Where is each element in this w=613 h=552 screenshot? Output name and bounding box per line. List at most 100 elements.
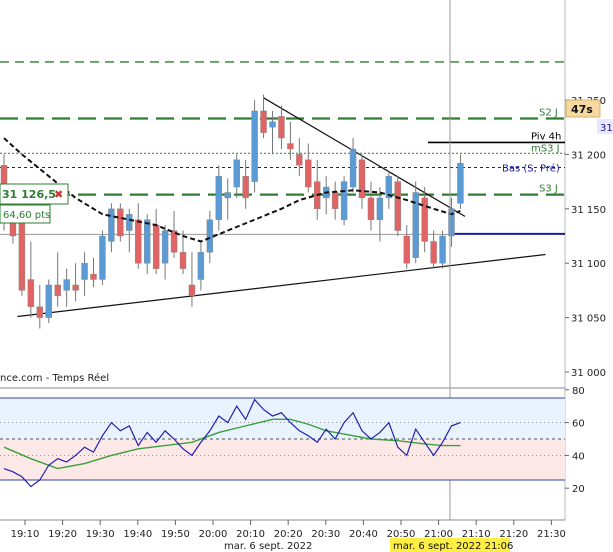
- candle: [54, 252, 61, 307]
- candle: [117, 203, 124, 242]
- candle: [45, 279, 52, 324]
- candle: [27, 241, 35, 318]
- candle: [448, 197, 455, 247]
- candle-body: [457, 162, 464, 204]
- candle: [340, 176, 348, 226]
- candle-body: [54, 284, 61, 297]
- osc-tick-label: 20: [572, 484, 585, 495]
- osc-tick-label: 80: [572, 386, 585, 397]
- candle-body: [233, 159, 240, 188]
- candle: [358, 154, 366, 209]
- level-label-ms3: mS3 J: [531, 143, 560, 154]
- candle-body: [394, 181, 401, 231]
- time-tick-label: 20:10: [236, 529, 265, 540]
- candle: [233, 154, 240, 198]
- price-tick-label: 31 200: [571, 150, 606, 161]
- candle-body: [340, 181, 348, 220]
- rsi-lower-zone: [0, 439, 565, 480]
- candle: [430, 230, 437, 269]
- time-cursor-badge: mar. 6 sept. 2022 21:06: [390, 538, 513, 552]
- candle-body: [269, 121, 276, 128]
- candle-body: [305, 159, 312, 188]
- candle: [305, 143, 312, 193]
- candle-body: [179, 252, 187, 269]
- price-tick-label: 31 000: [571, 368, 606, 379]
- candle: [251, 100, 258, 193]
- order-close-icon[interactable]: ✖: [54, 188, 63, 201]
- time-axis: 19:10 19:20 19:30 19:40 19:50 20:00 20:10 20:20…: [11, 520, 566, 540]
- candle-body: [72, 284, 79, 291]
- level-label-piv4h: Piv 4h: [531, 131, 561, 142]
- resistance-trendline: [263, 97, 466, 217]
- time-tick-label: 19:10: [11, 529, 40, 540]
- candle: [260, 94, 267, 139]
- time-tick-label: 19:30: [86, 529, 115, 540]
- candle: [63, 268, 70, 307]
- candle: [99, 230, 106, 285]
- time-cursor-label: mar. 6 sept. 2022 21:06: [393, 541, 513, 552]
- time-tick-label: 19:50: [161, 529, 190, 540]
- order-box[interactable]: 31 126,5 ✖ 64,60 pts: [0, 183, 69, 224]
- osc-tick-label: 60: [572, 419, 585, 430]
- current-price-badge: 31 192,3: [597, 119, 613, 134]
- candle: [224, 178, 231, 220]
- candle: [457, 154, 464, 209]
- candle: [331, 181, 339, 220]
- candle: [170, 210, 178, 258]
- candle-body: [63, 279, 70, 291]
- candle: [161, 225, 169, 280]
- candle-body: [18, 219, 26, 291]
- candle: [367, 181, 375, 231]
- candle-body: [224, 192, 231, 199]
- trading-chart: S2 JPiv 4hmS3 JBas (S, Pré)S3 J 31 25031…: [0, 0, 613, 552]
- candle-body: [251, 110, 258, 182]
- candle-body: [161, 230, 169, 264]
- candle-body: [439, 235, 446, 264]
- oscillator-panel: 80 60 40 20: [0, 386, 585, 521]
- rsi-upper-zone: [0, 398, 565, 439]
- candle: [108, 203, 115, 253]
- candle: [126, 208, 133, 253]
- candle-body: [99, 235, 106, 280]
- candle-body: [81, 263, 88, 280]
- level-label-s2: S2 J: [539, 107, 558, 118]
- candle: [72, 263, 79, 302]
- candle: [152, 208, 160, 275]
- price-axis: 31 25031 20031 15031 10031 05031 000: [565, 96, 606, 379]
- candle: [323, 176, 330, 215]
- candle-body: [206, 219, 214, 253]
- candle: [215, 165, 223, 231]
- oscillator-bands: [0, 397, 565, 521]
- candle-body: [45, 284, 52, 318]
- candle-body: [197, 252, 205, 280]
- price-tick-label: 31 150: [571, 205, 606, 216]
- candle-body: [287, 143, 294, 150]
- oscillator-axis: 80 60 40 20: [565, 386, 585, 495]
- candle-body: [296, 154, 303, 166]
- candle-body: [188, 284, 196, 297]
- level-label-s3: S3 J: [539, 184, 558, 195]
- candle-body: [278, 116, 285, 139]
- time-tick-label: 19:40: [123, 529, 152, 540]
- price-tick-label: 31 100: [571, 259, 606, 270]
- candle: [314, 159, 321, 220]
- level-label-bas: Bas (S, Pré): [502, 162, 560, 174]
- time-tick-label: 19:20: [48, 529, 77, 540]
- candle-body: [152, 224, 160, 269]
- time-tick-label: 20:00: [199, 529, 228, 540]
- candle: [36, 284, 43, 329]
- candle-body: [260, 110, 267, 133]
- candle-body: [403, 235, 410, 264]
- candle-body: [126, 214, 133, 231]
- current-price-label: 31 192,3: [600, 123, 613, 134]
- candle: [197, 241, 205, 291]
- candle: [278, 105, 285, 149]
- countdown-label: 47s: [571, 103, 593, 116]
- candle-body: [143, 219, 151, 264]
- candle: [412, 181, 419, 264]
- source-label: nce.com - Temps Réel: [0, 372, 109, 384]
- candle-body: [358, 159, 366, 199]
- candle-body: [349, 148, 357, 188]
- candle: [90, 257, 97, 288]
- candle: [81, 252, 88, 296]
